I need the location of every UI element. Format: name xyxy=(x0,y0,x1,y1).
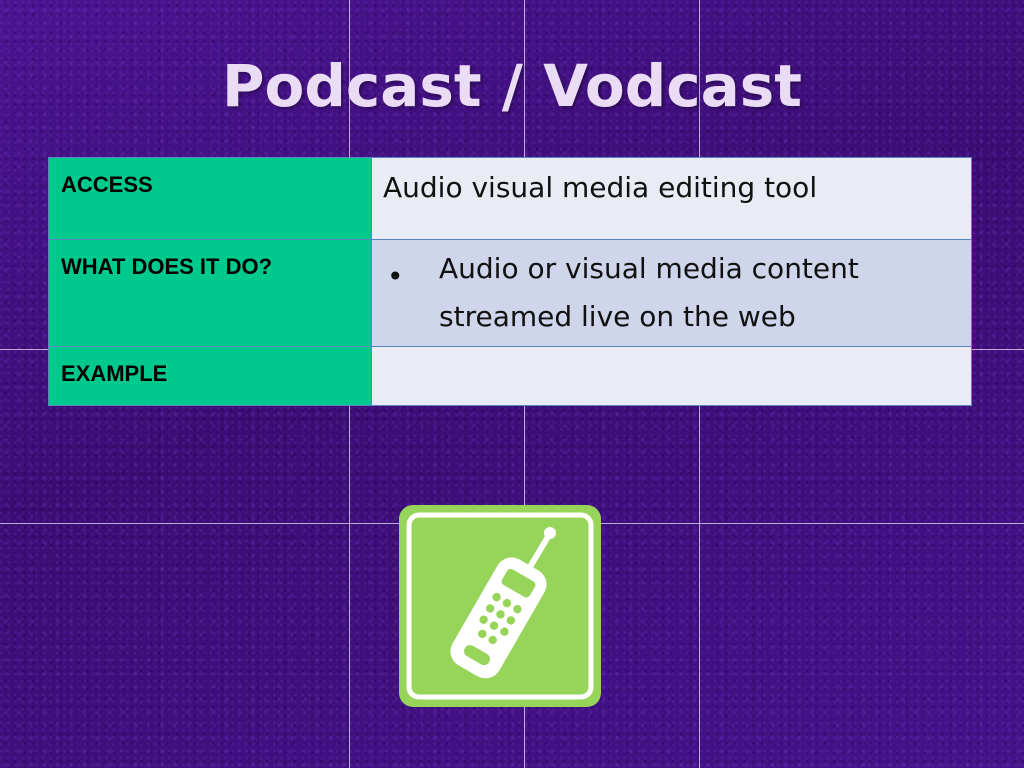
mobile-phone-graphic xyxy=(406,512,594,700)
bullet-text: Audio or visual media content streamed l… xyxy=(439,252,859,333)
bullet-glyph: • xyxy=(387,260,404,293)
what-does-it-do-value: • Audio or visual media content streamed… xyxy=(371,239,972,347)
access-label: ACCESS xyxy=(48,157,372,240)
table-row-access: ACCESS Audio visual media editing tool xyxy=(48,157,972,240)
info-table: ACCESS Audio visual media editing tool W… xyxy=(48,157,972,406)
table-row-what-does-it-do: WHAT DOES IT DO? • Audio or visual media… xyxy=(48,239,972,347)
example-label: EXAMPLE xyxy=(48,346,372,406)
what-does-it-do-label: WHAT DOES IT DO? xyxy=(48,239,372,347)
bullet-list: • Audio or visual media content streamed… xyxy=(383,252,961,341)
access-value: Audio visual media editing tool xyxy=(371,157,972,240)
mobile-phone-icon xyxy=(399,505,601,707)
bullet-item: • Audio or visual media content streamed… xyxy=(383,252,961,341)
example-value xyxy=(371,346,972,406)
table-row-example: EXAMPLE xyxy=(48,346,972,406)
slide-title: Podcast / Vodcast xyxy=(221,52,803,120)
